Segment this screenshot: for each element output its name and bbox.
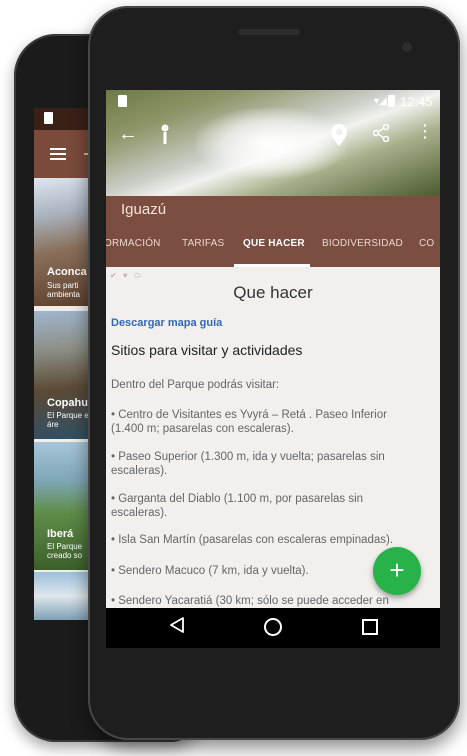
android-nav-bar xyxy=(106,608,440,648)
paragraph: • Sendero Yacaratiá (30 km; sólo se pued… xyxy=(111,595,389,607)
speaker-grille xyxy=(238,29,300,35)
front-phone: ▾◢ 12:45 ← ⋮ Iguazú ORMACIÓN TARIFAS QUE… xyxy=(88,6,460,740)
tab-biodiversidad[interactable]: BIODIVERSIDAD xyxy=(322,238,403,249)
status-bar: ▾◢ 12:45 xyxy=(106,90,440,110)
more-options-icon[interactable]: ⋮ xyxy=(416,122,434,140)
back-arrow-icon[interactable]: ← xyxy=(118,123,138,146)
section-title: Que hacer xyxy=(233,283,313,302)
sim-icon xyxy=(44,112,53,124)
paragraph: • Isla San Martín (pasarelas con escaler… xyxy=(111,534,394,546)
share-icon[interactable] xyxy=(372,124,390,142)
nav-recents-icon[interactable] xyxy=(362,619,378,635)
nav-home-icon[interactable] xyxy=(264,618,282,636)
mini-status-icons: ✔ ♥ ⬭ xyxy=(110,271,143,280)
battery-icon xyxy=(388,95,395,107)
status-time: 12:45 xyxy=(400,94,433,109)
sim-icon xyxy=(118,95,127,107)
nav-back-icon[interactable] xyxy=(168,616,186,634)
add-fab-button[interactable]: + xyxy=(373,547,421,595)
activities-heading: Sitios para visitar y actividades xyxy=(111,342,303,358)
tab-bar: ORMACIÓN TARIFAS QUE HACER BIODIVERSIDAD… xyxy=(106,223,440,267)
paragraph: • Paseo Superior (1.300 m, ida y vuelta;… xyxy=(111,451,385,477)
paragraph: • Centro de Visitantes es Yvyrá – Retá .… xyxy=(111,409,387,435)
park-card-title: Iberá xyxy=(47,528,74,540)
menu-icon[interactable] xyxy=(50,148,66,160)
park-card-title: Copahu xyxy=(47,397,88,409)
tab-como-llegar[interactable]: CO xyxy=(419,238,434,249)
paragraph: Dentro del Parque podrás visitar: xyxy=(111,379,280,391)
top-toolbar: ← ⋮ xyxy=(106,120,440,154)
paragraph: • Garganta del Diablo (1.100 m, por pasa… xyxy=(111,493,364,519)
front-phone-screen: ▾◢ 12:45 ← ⋮ Iguazú ORMACIÓN TARIFAS QUE… xyxy=(106,90,440,648)
signal-icon: ▾◢ xyxy=(374,96,387,107)
download-map-link[interactable]: Descargar mapa guía xyxy=(111,317,222,329)
park-title: Iguazú xyxy=(121,201,167,218)
park-title-bar: Iguazú xyxy=(106,196,440,223)
plus-icon: + xyxy=(389,555,405,585)
tab-que-hacer[interactable]: QUE HACER xyxy=(243,238,305,249)
paragraph: • Sendero Macuco (7 km, ida y vuelta). xyxy=(111,565,309,577)
front-camera xyxy=(402,42,412,52)
map-pin-icon[interactable] xyxy=(331,124,347,146)
tab-tarifas[interactable]: TARIFAS xyxy=(182,238,224,249)
street-view-icon[interactable] xyxy=(158,124,172,146)
tab-informacion[interactable]: ORMACIÓN xyxy=(106,238,161,249)
park-card-title: Aconca xyxy=(47,266,87,278)
